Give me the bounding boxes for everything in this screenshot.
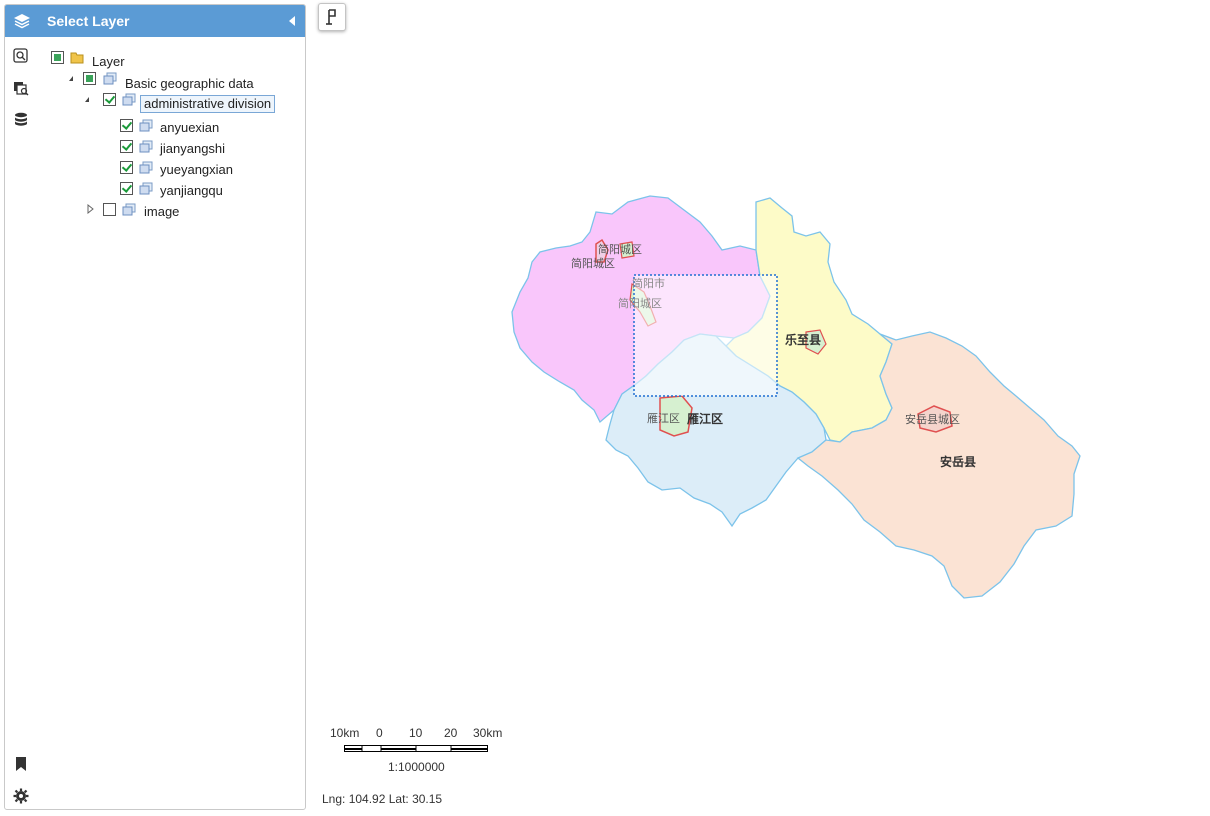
layers-icon — [14, 14, 30, 29]
database-icon[interactable] — [12, 111, 30, 129]
expand-arrow-icon[interactable] — [69, 76, 73, 81]
scale-bar-graphic — [344, 745, 488, 752]
label-anyue: 安岳县 — [940, 454, 976, 469]
side-toolbar — [5, 37, 37, 809]
panel-header: Select Layer — [5, 5, 305, 37]
label-jianyang-c: 简阳城区 — [618, 296, 662, 310]
scale-tick-label: 10km — [330, 726, 360, 740]
tree-label-image: image — [144, 204, 180, 219]
folder-icon — [70, 52, 84, 64]
layer-checkbox[interactable] — [120, 119, 133, 132]
label-jianyang-city: 简阳市 — [632, 276, 665, 290]
label-yanjiang-b: 雁江区 — [687, 411, 723, 426]
layer-group-icon — [122, 203, 136, 216]
zoom-search-icon[interactable] — [12, 47, 30, 65]
panel-title: Select Layer — [47, 13, 130, 29]
scale-tick-label: 0 — [376, 726, 383, 740]
tree-label-group: Basic geographic data — [125, 76, 254, 91]
layer-checkbox[interactable] — [120, 161, 133, 174]
layer-checkbox[interactable] — [120, 182, 133, 195]
label-yanjiang-a: 雁江区 — [647, 412, 680, 425]
layer-search-icon[interactable] — [12, 79, 30, 97]
image-checkbox[interactable] — [103, 203, 116, 216]
group-checkbox[interactable] — [83, 72, 96, 85]
collapsed-arrow-icon[interactable] — [87, 204, 95, 214]
layer-checkbox[interactable] — [120, 140, 133, 153]
tree-label-layer: jianyangshi — [160, 141, 226, 156]
tree-label-layer: yanjiangqu — [160, 183, 223, 198]
tree-label-layer: yueyangxian — [160, 162, 233, 177]
root-checkbox[interactable] — [51, 51, 64, 64]
scale-tick-label: 30km — [473, 726, 503, 740]
layer-icon — [139, 161, 153, 174]
scale-bar: 10km 0 10 20 30km 1:1000000 — [322, 726, 512, 776]
layer-panel: Select Layer Layer Basic geographic data… — [4, 4, 306, 810]
coordinate-readout: Lng: 104.92 Lat: 30.15 — [322, 792, 443, 806]
label-anyue-city: 安岳县城区 — [905, 412, 960, 426]
layer-icon — [139, 182, 153, 195]
flag-icon — [326, 9, 336, 25]
scale-tick-label: 10 — [409, 726, 423, 740]
flag-tool-button[interactable] — [318, 3, 346, 31]
selection-box — [633, 274, 778, 397]
label-lezhi: 乐至县 — [785, 332, 821, 347]
layer-icon — [139, 140, 153, 153]
label-jianyang-a: 简阳城区 — [598, 242, 642, 256]
scale-ratio: 1:1000000 — [388, 760, 445, 774]
collapse-panel-button[interactable] — [289, 16, 295, 26]
tree-label-layer: anyuexian — [160, 120, 220, 135]
layer-icon — [139, 119, 153, 132]
bookmark-icon[interactable] — [12, 755, 30, 773]
admin-checkbox[interactable] — [103, 93, 116, 106]
label-jianyang-b: 简阳城区 — [571, 256, 615, 270]
layer-group-icon — [122, 93, 136, 106]
layer-group-icon — [103, 72, 117, 85]
tree-label-admin[interactable]: administrative division — [140, 95, 276, 113]
scale-tick-label: 20 — [444, 726, 458, 740]
tree-label-root: Layer — [92, 54, 125, 69]
settings-gear-icon[interactable] — [12, 787, 30, 805]
expand-arrow-icon[interactable] — [85, 97, 89, 102]
